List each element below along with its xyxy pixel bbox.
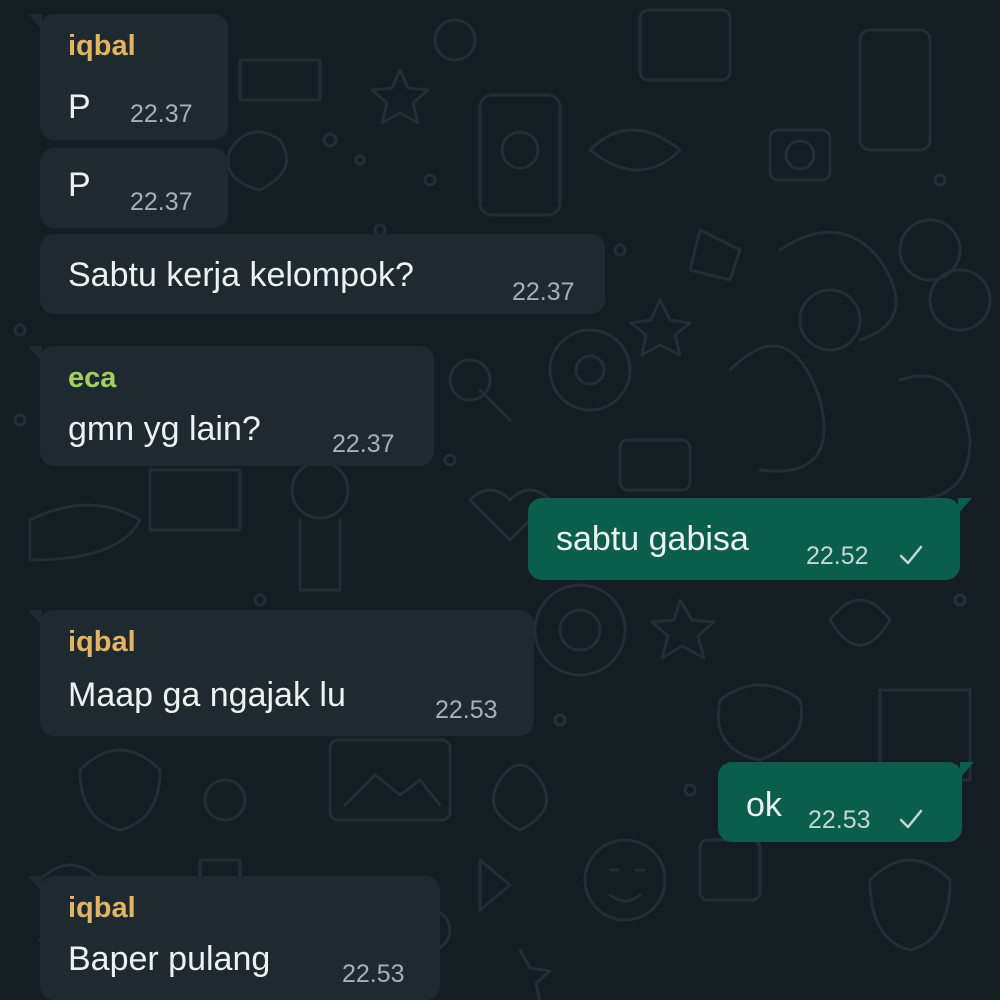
incoming-message-bubble[interactable]: iqbal P 22.37 [28, 14, 228, 140]
incoming-message-bubble[interactable]: iqbal Baper pulang 22.53 [28, 876, 440, 1000]
message-text: Sabtu kerja kelompok? [68, 256, 414, 294]
outgoing-message-bubble[interactable]: ok 22.53 [718, 762, 974, 842]
message-text: Maap ga ngajak lu [68, 676, 346, 714]
message-time: 22.53 [342, 960, 405, 988]
message-time: 22.37 [512, 278, 575, 306]
message-time: 22.37 [130, 188, 193, 216]
incoming-message-bubble[interactable]: P 22.37 [40, 148, 228, 228]
message-text: sabtu gabisa [556, 520, 749, 558]
sender-name: eca [68, 362, 117, 394]
incoming-message-bubble[interactable]: Sabtu kerja kelompok? 22.37 [40, 234, 605, 314]
single-check-icon [899, 809, 923, 829]
message-text: P [68, 166, 91, 204]
message-time: 22.53 [808, 806, 871, 834]
bubble-tail [28, 14, 42, 30]
incoming-message-bubble[interactable]: eca gmn yg lain? 22.37 [28, 346, 434, 466]
message-time: 22.52 [806, 542, 869, 570]
message-text: P [68, 88, 91, 126]
sender-name: iqbal [68, 626, 136, 658]
bubble-tail [960, 762, 974, 778]
single-check-icon [899, 545, 923, 565]
bubble-tail [958, 498, 972, 514]
message-time: 22.37 [130, 100, 193, 128]
outgoing-message-bubble[interactable]: sabtu gabisa 22.52 [528, 498, 972, 580]
sender-name: iqbal [68, 30, 136, 62]
incoming-message-bubble[interactable]: iqbal Maap ga ngajak lu 22.53 [28, 610, 534, 736]
bubble-tail [28, 346, 42, 362]
bubble-tail [28, 610, 42, 626]
chat-window[interactable]: iqbal P 22.37 P 22.37 Sabtu kerja kelomp… [0, 0, 1000, 1000]
bubble-tail [28, 876, 42, 892]
message-text: gmn yg lain? [68, 410, 261, 448]
sender-name: iqbal [68, 892, 136, 924]
message-time: 22.53 [435, 696, 498, 724]
message-text: Baper pulang [68, 940, 271, 978]
message-time: 22.37 [332, 430, 395, 458]
message-text: ok [746, 786, 782, 824]
